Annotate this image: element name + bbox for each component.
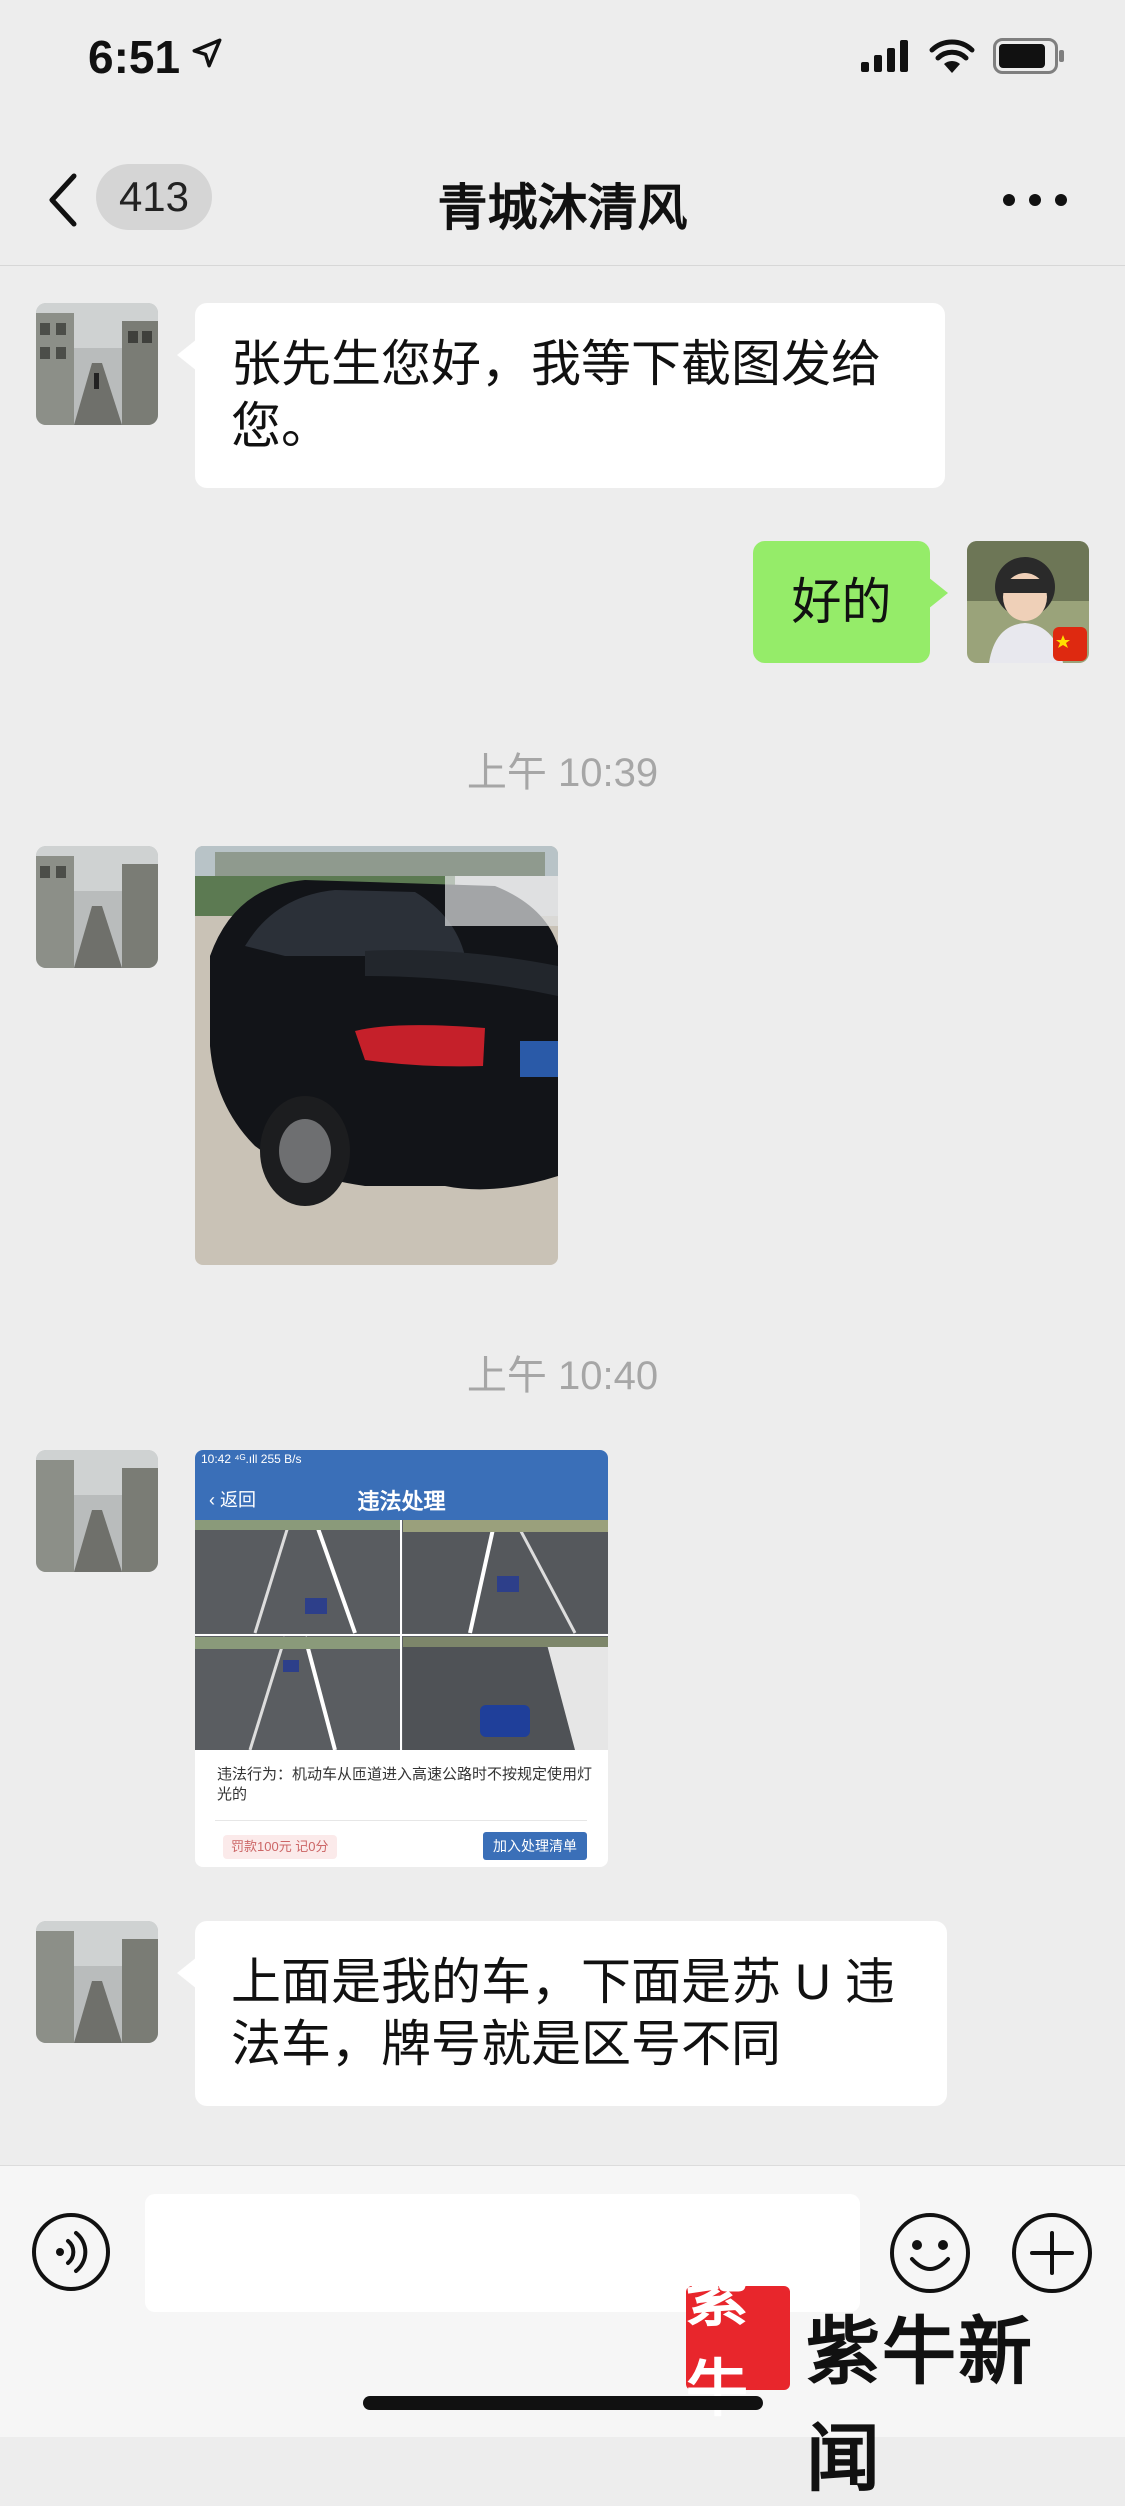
message-text: 张先生您好，我等下截图发给您。 (231, 336, 881, 454)
screenshot-title: 违法处理 (357, 1489, 446, 1514)
message-bubble-incoming[interactable]: 上面是我的车，下面是苏 U 违法车，牌号就是区号不同 (177, 1921, 947, 2106)
contact-avatar[interactable] (36, 1450, 158, 1572)
cellular-signal-icon (861, 40, 908, 72)
message-text: 上面是我的车，下面是苏 U 违法车，牌号就是区号不同 (231, 1954, 895, 2072)
car-photo-message[interactable] (195, 846, 558, 1265)
highway-camera-grid (195, 1520, 608, 1750)
screenshot-fine-badge: 罚款100元 记0分 (223, 1835, 337, 1859)
screenshot-status: 10:42 ⁴ᴳ.ıll 255 B/s (201, 1452, 302, 1466)
watermark-logo: 紫牛 (686, 2262, 790, 2425)
voice-input-icon[interactable] (30, 2211, 112, 2293)
battery-icon (993, 38, 1064, 74)
home-indicator[interactable] (363, 2396, 763, 2410)
message-bubble-outgoing[interactable]: 好的 (753, 541, 948, 663)
message-bubble-incoming[interactable]: 张先生您好，我等下截图发给您。 (177, 303, 945, 488)
status-time: 6:51 (88, 31, 181, 83)
watermark-text: 紫牛新闻 (806, 2309, 1034, 2502)
timestamp: 上午 10:39 (466, 751, 659, 795)
timestamp: 上午 10:40 (466, 1354, 659, 1398)
portrait-avatar (967, 541, 1089, 663)
street-photo-avatar (36, 1450, 158, 1572)
location-arrow-icon (192, 38, 222, 68)
chat-header: 413 青城沐清风 (0, 130, 1125, 266)
message-text: 好的 (791, 574, 892, 630)
street-photo-avatar (36, 1921, 158, 2043)
status-bar: 6:51 (0, 0, 1125, 130)
chat-title: 青城沐清风 (437, 180, 688, 236)
divider (215, 1820, 587, 1821)
violation-screenshot-message[interactable]: 10:42 ⁴ᴳ.ıll 255 B/s ‹ 返回 违法处理 违法行为：机动车从… (195, 1450, 608, 1867)
my-avatar[interactable] (967, 541, 1089, 663)
contact-avatar[interactable] (36, 1921, 158, 2043)
wifi-icon (929, 39, 975, 73)
news-watermark: 紫牛 紫牛新闻 (686, 2262, 1106, 2502)
screenshot-add-button: 加入处理清单 (483, 1832, 587, 1860)
black-sedan-photo (195, 846, 558, 1265)
screenshot-header: 10:42 ⁴ᴳ.ıll 255 B/s ‹ 返回 违法处理 (195, 1450, 608, 1520)
street-photo-avatar (36, 846, 158, 968)
street-photo-avatar (36, 303, 158, 425)
contact-avatar[interactable] (36, 303, 158, 425)
more-options-icon[interactable] (995, 185, 1075, 215)
contact-avatar[interactable] (36, 846, 158, 968)
screenshot-violation-text: 违法行为：机动车从匝道进入高速公路时不按规定使用灯光的 (217, 1766, 593, 1803)
